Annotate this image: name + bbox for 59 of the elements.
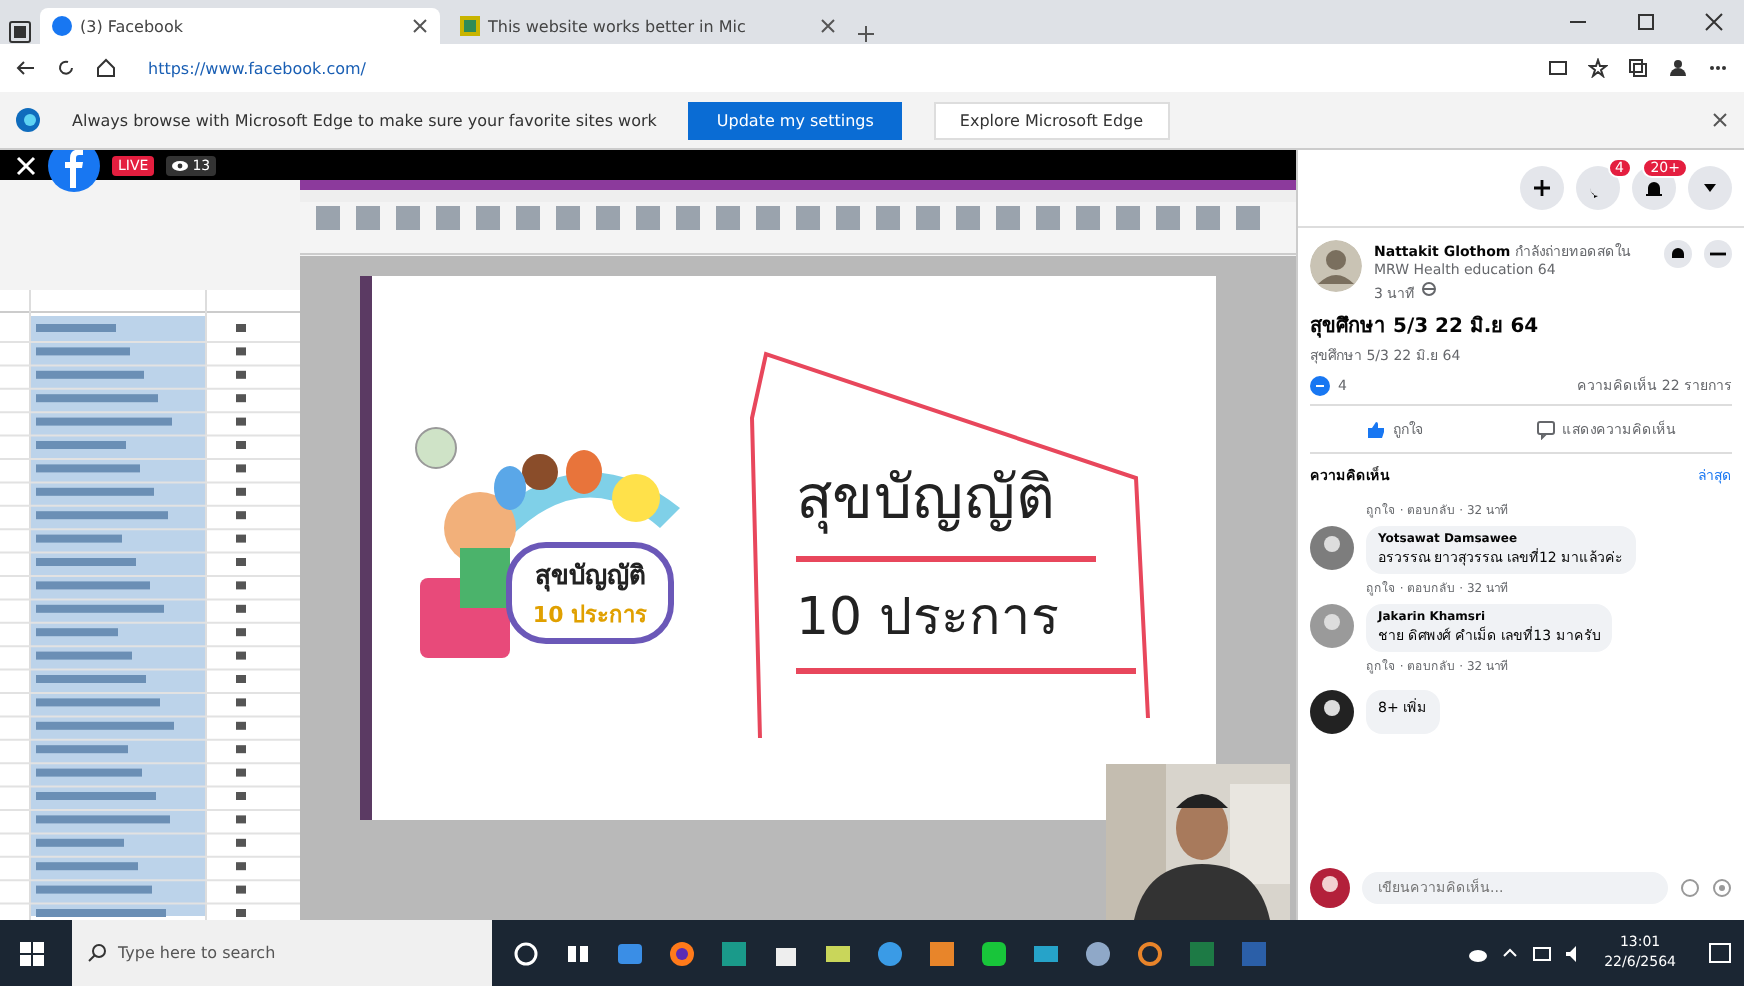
read-aloud-icon[interactable] bbox=[1548, 58, 1568, 78]
bell-icon[interactable] bbox=[1664, 240, 1692, 268]
update-settings-button[interactable]: Update my settings bbox=[688, 101, 902, 139]
like-icon bbox=[1366, 419, 1387, 439]
excel-icon[interactable] bbox=[1188, 939, 1216, 967]
avatar-icon bbox=[1310, 526, 1354, 570]
notifications-icon bbox=[1644, 178, 1664, 198]
user-avatar-icon bbox=[1310, 868, 1350, 908]
collections-icon[interactable] bbox=[1628, 58, 1648, 78]
create-icon bbox=[1532, 178, 1552, 198]
account-menu-button[interactable] bbox=[1688, 166, 1732, 210]
network-icon[interactable] bbox=[1532, 943, 1553, 963]
back-icon[interactable] bbox=[16, 58, 36, 78]
search-field[interactable]: Type here to search bbox=[72, 920, 492, 986]
notifications-icon[interactable] bbox=[1708, 941, 1732, 965]
slide-title: สุขบัญญัติ bbox=[796, 462, 1054, 538]
powerpoint-icon[interactable] bbox=[1240, 939, 1268, 967]
address-bar[interactable]: https://www.facebook.com/ bbox=[136, 53, 1528, 83]
home-icon[interactable] bbox=[96, 58, 116, 78]
app-icon[interactable] bbox=[1136, 939, 1164, 967]
cortana-icon[interactable] bbox=[512, 939, 540, 967]
avatar-icon bbox=[1310, 690, 1354, 734]
star-icon[interactable] bbox=[1588, 58, 1608, 78]
more-icon[interactable] bbox=[1704, 240, 1732, 268]
profile-avatar-icon bbox=[1310, 240, 1362, 292]
tab-actions-icon[interactable] bbox=[8, 20, 32, 44]
cover-subtitle: 10 ประการ bbox=[532, 600, 648, 632]
close-icon[interactable] bbox=[412, 18, 428, 34]
app-icon[interactable] bbox=[1084, 939, 1112, 967]
app-icon[interactable] bbox=[720, 939, 748, 967]
app-icon[interactable] bbox=[928, 939, 956, 967]
globe-icon bbox=[1421, 282, 1436, 296]
post-title: สุขศึกษา 5/3 22 มิ.ย 64 bbox=[1310, 313, 1541, 340]
site-icon bbox=[460, 16, 480, 36]
edge-icon[interactable] bbox=[876, 939, 904, 967]
camera-icon[interactable] bbox=[1712, 878, 1732, 898]
edge-logo-icon bbox=[16, 108, 40, 132]
slide-subtitle: 10 ประการ bbox=[796, 586, 1059, 652]
cover-title: สุขบัญญัติ bbox=[532, 560, 647, 596]
facebook-icon bbox=[52, 16, 72, 36]
explore-edge-button[interactable]: Explore Microsoft Edge bbox=[933, 101, 1170, 139]
avatar-icon bbox=[1310, 604, 1354, 648]
comment-icon bbox=[1535, 419, 1556, 439]
browser-tab[interactable]: (3) Facebook bbox=[40, 8, 440, 44]
search-icon bbox=[88, 944, 106, 962]
emoji-icon[interactable] bbox=[1680, 878, 1700, 898]
firefox-icon[interactable] bbox=[668, 939, 696, 967]
app-icon[interactable] bbox=[616, 939, 644, 967]
infobar-message: Always browse with Microsoft Edge to make sure your favorite sites work bbox=[72, 111, 657, 129]
close-icon[interactable] bbox=[1704, 12, 1724, 32]
profile-icon[interactable] bbox=[1668, 58, 1688, 78]
like-reaction-icon bbox=[1310, 375, 1330, 395]
refresh-icon[interactable] bbox=[56, 58, 76, 78]
start-icon[interactable] bbox=[20, 941, 44, 965]
new-tab-icon[interactable] bbox=[856, 24, 876, 44]
close-icon[interactable] bbox=[1712, 112, 1728, 128]
eye-icon bbox=[172, 159, 189, 171]
create-button[interactable] bbox=[1520, 166, 1564, 210]
maximize-icon[interactable] bbox=[1636, 12, 1656, 32]
